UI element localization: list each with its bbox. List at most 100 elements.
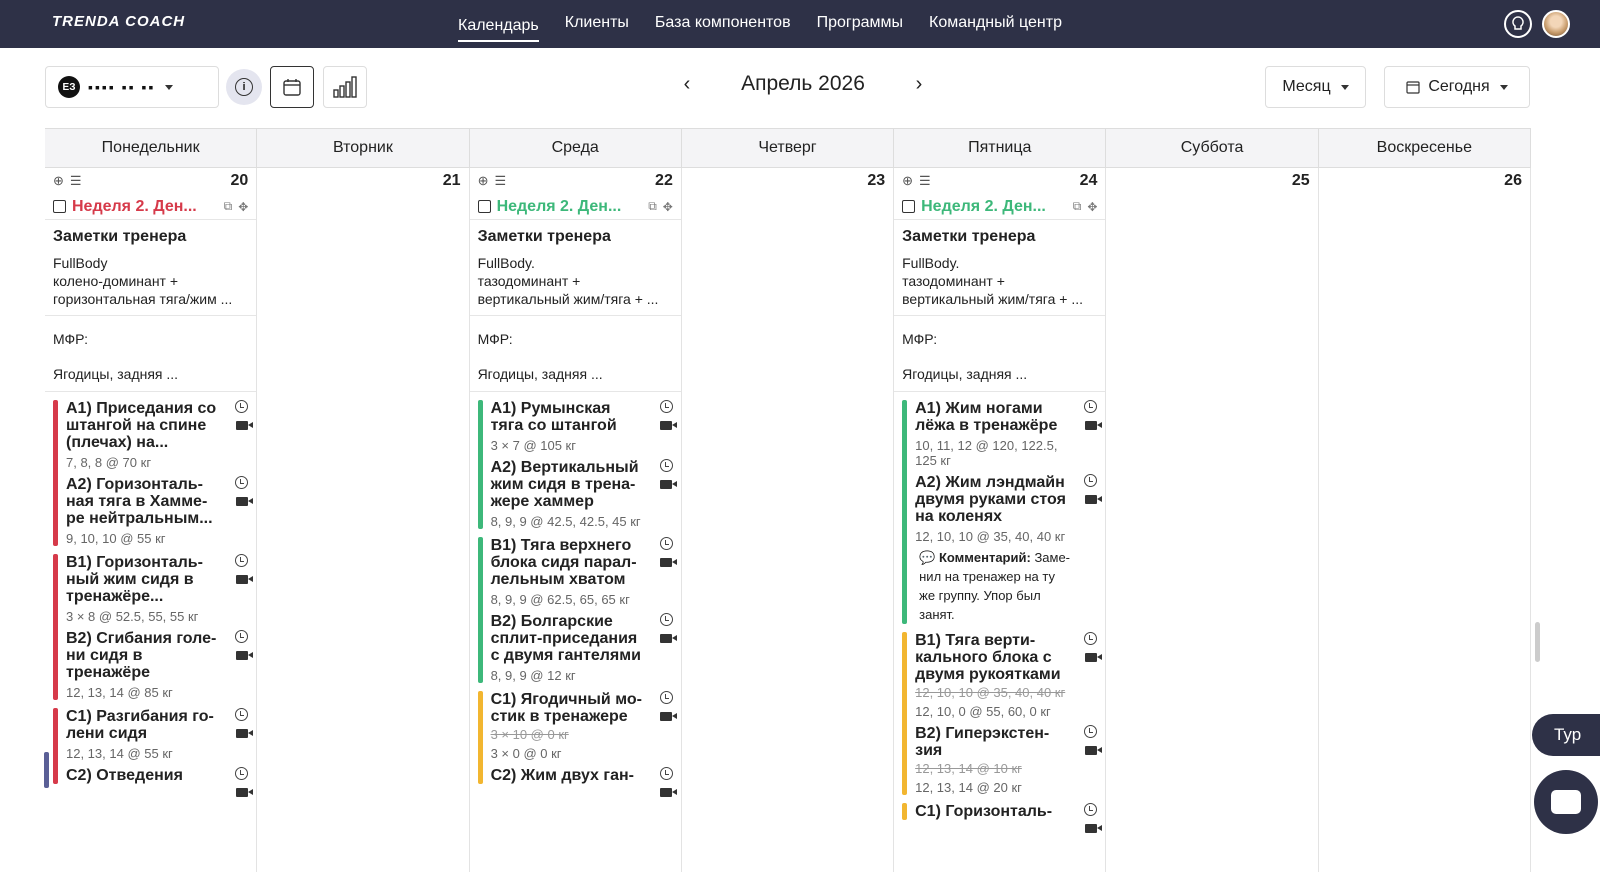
history-icon[interactable]: [659, 537, 673, 550]
exercise-item[interactable]: A1) Приседания со штангой на спине (плеч…: [66, 400, 256, 470]
exercise-item[interactable]: A2) Жим лэндмайн двумя руками стоя на ко…: [915, 474, 1105, 624]
video-icon[interactable]: [1084, 421, 1102, 430]
history-icon[interactable]: [235, 767, 249, 780]
exercise-item[interactable]: C1) Горизонталь-: [915, 803, 1105, 833]
video-icon[interactable]: [660, 712, 678, 721]
exercise-item[interactable]: C2) Отведения: [66, 767, 256, 797]
workout-checkbox[interactable]: [53, 200, 66, 213]
history-icon[interactable]: [235, 400, 249, 413]
copy-icon[interactable]: ⧉: [1073, 199, 1082, 214]
chat-button[interactable]: [1534, 770, 1598, 834]
video-icon[interactable]: [235, 421, 253, 430]
exercise-item[interactable]: C1) Разгибания го-лени сидя 12, 13, 14 @ …: [66, 708, 256, 761]
history-icon[interactable]: [235, 554, 249, 567]
video-icon[interactable]: [660, 421, 678, 430]
mfr-block[interactable]: МФР: Ягодицы, задняя ...: [469, 316, 681, 392]
view-mode-select[interactable]: Месяц: [1265, 66, 1366, 108]
history-icon[interactable]: [1084, 803, 1098, 816]
video-icon[interactable]: [660, 634, 678, 643]
video-icon[interactable]: [235, 497, 253, 506]
calendar-view-button[interactable]: [270, 66, 314, 108]
exercise-item[interactable]: C2) Жим двух ган-: [491, 767, 681, 797]
day-cell[interactable]: 23: [682, 168, 895, 872]
exercise-item[interactable]: A1) Жим ногами лёжа в тренажёре 10, 11, 1…: [915, 400, 1105, 468]
day-cell[interactable]: ⊕ ☰ 22 Неделя 2. Ден... ⧉ ✥ Заметки тренер…: [469, 168, 682, 872]
tour-button[interactable]: Тур: [1532, 714, 1600, 756]
mfr-block[interactable]: МФР: Ягодицы, задняя ...: [45, 316, 257, 392]
history-icon[interactable]: [235, 630, 249, 643]
day-cell[interactable]: ⊕ ☰ 20 Неделя 2. Ден... ⧉ ✥ Заметки тренер…: [45, 168, 258, 872]
add-icon[interactable]: ⊕: [902, 173, 913, 189]
video-icon[interactable]: [235, 788, 253, 797]
exercise-item[interactable]: A2) Горизонталь-ная тяга в Хамме-ре нейт…: [66, 476, 256, 546]
list-icon[interactable]: ☰: [70, 173, 82, 189]
coach-notes[interactable]: Заметки тренера FullBody. тазодоминант + ве…: [469, 220, 681, 316]
client-selector[interactable]: ЕЗ ▪▪▪▪ ▪▪ ▪▪: [45, 66, 219, 108]
scrollbar[interactable]: [1535, 622, 1540, 662]
exercise-item[interactable]: A2) Вертикальный жим сидя в трена-жере х…: [491, 459, 681, 529]
prev-month-button[interactable]: ‹: [680, 73, 694, 96]
video-icon[interactable]: [235, 575, 253, 584]
history-icon[interactable]: [1084, 725, 1098, 738]
add-icon[interactable]: ⊕: [53, 173, 64, 189]
video-icon[interactable]: [660, 558, 678, 567]
history-icon[interactable]: [659, 613, 673, 626]
workout-title[interactable]: Неделя 2. Ден...: [72, 198, 218, 216]
coach-notes[interactable]: Заметки тренера FullBody. тазодоминант + ве…: [894, 220, 1106, 316]
copy-icon[interactable]: ⧉: [648, 199, 657, 214]
next-month-button[interactable]: ›: [912, 73, 926, 96]
add-icon[interactable]: ⊕: [478, 173, 489, 189]
workout-title[interactable]: Неделя 2. Ден...: [497, 198, 643, 216]
workout-checkbox[interactable]: [477, 200, 491, 213]
day-cell[interactable]: ⊕ ☰ 24 Неделя 2. Ден... ⧉ ✥ Заметки тренер…: [894, 168, 1107, 872]
exercise-item[interactable]: C1) Ягодичный мо-стик в тренажере 3 × 10 …: [491, 691, 681, 761]
video-icon[interactable]: [660, 480, 678, 489]
workout-checkbox[interactable]: [902, 200, 916, 213]
exercise-item[interactable]: A1) Румынская тяга со штангой 3 × 7 @ 105…: [491, 400, 681, 453]
history-icon[interactable]: [1084, 632, 1098, 645]
move-icon[interactable]: ✥: [238, 200, 248, 214]
workout-header[interactable]: Неделя 2. Ден... ⧉ ✥: [45, 194, 257, 220]
day-cell[interactable]: 21: [257, 168, 470, 872]
video-icon[interactable]: [1084, 495, 1102, 504]
exercise-item[interactable]: B1) Горизонталь-ный жим сидя в тренажёре…: [66, 554, 256, 624]
nav-clients[interactable]: Клиенты: [565, 0, 629, 48]
today-button[interactable]: Сегодня: [1384, 66, 1530, 108]
history-icon[interactable]: [1084, 400, 1098, 413]
user-avatar[interactable]: [1542, 10, 1570, 38]
lightbulb-icon[interactable]: [1504, 10, 1532, 38]
nav-programs[interactable]: Программы: [817, 0, 903, 48]
list-icon[interactable]: ☰: [494, 173, 506, 189]
video-icon[interactable]: [1084, 746, 1102, 755]
video-icon[interactable]: [1084, 653, 1102, 662]
day-cell[interactable]: 25: [1106, 168, 1319, 872]
exercise-item[interactable]: B2) Гиперэкстен-зия 12, 13, 14 @ 10 кг 12,…: [915, 725, 1105, 795]
day-cell[interactable]: 26: [1319, 168, 1531, 872]
move-icon[interactable]: ✥: [663, 200, 673, 214]
info-button[interactable]: i: [226, 69, 262, 105]
exercise-item[interactable]: B2) Болгарские сплит-приседания с двумя …: [491, 613, 681, 683]
workout-header[interactable]: Неделя 2. Ден... ⧉ ✥: [469, 194, 681, 220]
history-icon[interactable]: [659, 400, 673, 413]
copy-icon[interactable]: ⧉: [224, 199, 233, 214]
move-icon[interactable]: ✥: [1087, 200, 1097, 214]
history-icon[interactable]: [659, 767, 673, 780]
coach-notes[interactable]: Заметки тренера FullBody колено-доминант +…: [45, 220, 257, 316]
history-icon[interactable]: [659, 459, 673, 472]
exercise-item[interactable]: B1) Тяга верхнего блока сидя парал-лельн…: [491, 537, 681, 607]
nav-components[interactable]: База компонентов: [655, 0, 791, 48]
history-icon[interactable]: [235, 708, 249, 721]
mfr-block[interactable]: МФР: Ягодицы, задняя ...: [894, 316, 1106, 392]
nav-calendar[interactable]: Календарь: [458, 4, 539, 42]
video-icon[interactable]: [1084, 824, 1102, 833]
list-icon[interactable]: ☰: [919, 173, 931, 189]
exercise-item[interactable]: B1) Тяга верти-кального блока с двумя ру…: [915, 632, 1105, 719]
history-icon[interactable]: [659, 691, 673, 704]
nav-command-center[interactable]: Командный центр: [929, 0, 1062, 48]
history-icon[interactable]: [1084, 474, 1098, 487]
workout-title[interactable]: Неделя 2. Ден...: [921, 198, 1067, 216]
video-icon[interactable]: [235, 651, 253, 660]
video-icon[interactable]: [235, 729, 253, 738]
exercise-item[interactable]: B2) Сгибания голе-ни сидя в тренажёре 12,…: [66, 630, 256, 700]
stats-button[interactable]: [323, 66, 367, 108]
